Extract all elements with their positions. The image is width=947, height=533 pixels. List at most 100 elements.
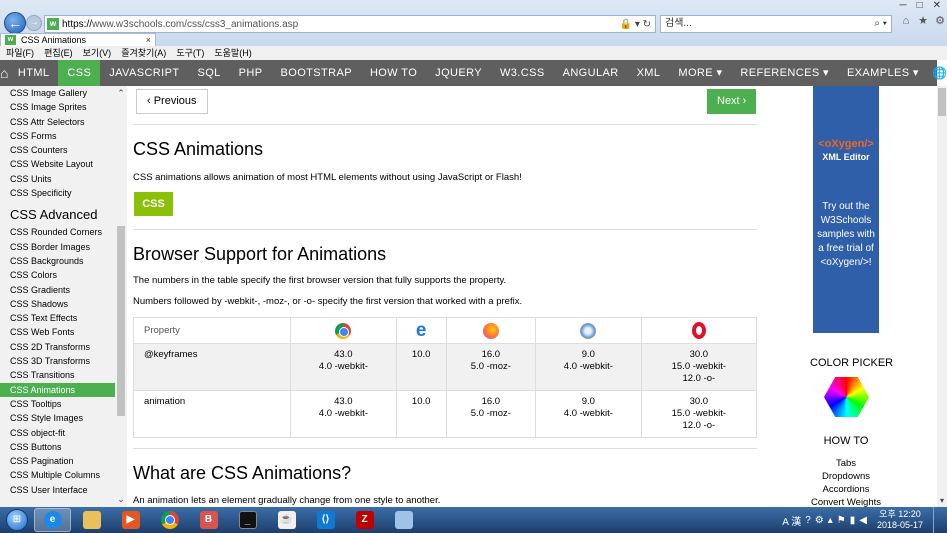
topnav-javascript[interactable]: JAVASCRIPT — [100, 60, 188, 86]
show-desktop-button[interactable] — [933, 507, 943, 533]
taskbar-cmd[interactable]: _ — [229, 508, 266, 532]
favorites-star-icon[interactable]: ★ — [917, 15, 929, 27]
sidebar-item[interactable]: CSS 3D Transforms — [0, 354, 115, 368]
taskbar-ie[interactable]: e — [34, 508, 71, 532]
home-icon[interactable]: ⌂ — [900, 15, 912, 27]
sidebar-item[interactable]: CSS Border Images — [0, 240, 115, 254]
language-indicator[interactable]: A 漢 — [782, 513, 801, 528]
browser-tab[interactable]: w CSS Animations × — [0, 33, 156, 46]
sidebar-item[interactable]: CSS 2D Transforms — [0, 340, 115, 354]
scroll-thumb[interactable] — [938, 88, 946, 116]
sidebar-item[interactable]: CSS Text Effects — [0, 311, 115, 325]
sidebar-item[interactable]: CSS Counters — [0, 143, 115, 157]
tray-expand-icon[interactable]: ▴ — [828, 515, 833, 526]
previous-button[interactable]: ‹ Previous — [136, 89, 208, 114]
scroll-down-icon[interactable]: ▾ — [937, 496, 947, 505]
scroll-down-icon[interactable]: ⌄ — [115, 494, 127, 505]
topnav-html[interactable]: HTML — [9, 60, 59, 86]
topnav-css[interactable]: CSS — [58, 60, 101, 86]
sidebar-item[interactable]: CSS Units — [0, 172, 115, 186]
scroll-thumb[interactable] — [117, 226, 125, 416]
color-picker-title[interactable]: COLOR PICKER — [810, 357, 893, 369]
oxygen-ad-banner[interactable]: <oXygen/> XML Editor Try out the W3Schoo… — [813, 86, 879, 333]
sidebar-item[interactable]: CSS Shadows — [0, 297, 115, 311]
clock[interactable]: 오후 12:20 2018-05-17 — [877, 509, 923, 531]
sidebar-item[interactable]: CSS Image Sprites — [0, 100, 115, 114]
sidebar-item[interactable]: CSS Transitions — [0, 368, 115, 382]
taskbar-vscode[interactable]: ⟨⟩ — [307, 508, 344, 532]
menu-file[interactable]: 파일(F) — [6, 46, 34, 60]
sidebar-item[interactable]: CSS Specificity — [0, 186, 115, 200]
sidebar-item[interactable]: CSS Forms — [0, 129, 115, 143]
volume-icon[interactable]: ◀ — [859, 515, 867, 526]
sidebar-item[interactable]: CSS Pagination — [0, 454, 115, 468]
topnav-sql[interactable]: SQL — [188, 60, 229, 86]
back-button[interactable]: ← — [4, 12, 26, 34]
howto-link-accordions[interactable]: Accordions — [810, 484, 882, 495]
network-icon[interactable]: ▮ — [850, 515, 856, 526]
sidebar-scrollbar[interactable]: ⌃ ⌄ — [115, 86, 127, 507]
taskbar-app5[interactable]: B — [190, 508, 227, 532]
start-button[interactable]: ⊞ — [0, 507, 34, 533]
sidebar-item[interactable]: CSS Website Layout — [0, 157, 115, 171]
topnav-bootstrap[interactable]: BOOTSTRAP — [272, 60, 361, 86]
globe-icon[interactable]: 🌐 — [928, 66, 947, 80]
topnav-jquery[interactable]: JQUERY — [426, 60, 491, 86]
taskbar-explorer[interactable] — [73, 508, 110, 532]
menu-favorites[interactable]: 즐겨찾기(A) — [121, 46, 166, 60]
sidebar-item[interactable]: CSS object-fit — [0, 426, 115, 440]
sidebar-item[interactable]: CSS Gradients — [0, 283, 115, 297]
settings-icon[interactable]: ⚙ — [815, 515, 824, 526]
search-icon[interactable]: ⌕ ▾ — [874, 16, 887, 32]
topnav-examples[interactable]: EXAMPLES ▾ — [838, 60, 928, 86]
maximize-icon[interactable]: □ — [917, 0, 923, 11]
forward-button[interactable]: → — [26, 15, 42, 31]
sidebar-item[interactable]: CSS Colors — [0, 268, 115, 282]
sidebar-item[interactable]: CSS Backgrounds — [0, 254, 115, 268]
url-scheme: https:// — [62, 18, 93, 30]
address-bar[interactable]: w https://www.w3schools.com/css/css3_ani… — [44, 15, 656, 33]
sidebar-item[interactable]: CSS Multiple Columns — [0, 468, 115, 482]
menu-tools[interactable]: 도구(T) — [176, 46, 204, 60]
sidebar-item[interactable]: CSS Buttons — [0, 440, 115, 454]
taskbar-media[interactable]: ▶ — [112, 508, 149, 532]
flag-icon[interactable]: ⚑ — [837, 515, 846, 526]
sidebar-item[interactable]: CSS Style Images — [0, 411, 115, 425]
topnav-php[interactable]: PHP — [230, 60, 272, 86]
taskbar-app10[interactable] — [385, 508, 422, 532]
topnav-howto[interactable]: HOW TO — [361, 60, 426, 86]
sidebar-item[interactable]: CSS Attr Selectors — [0, 115, 115, 129]
sidebar-item[interactable]: CSS Image Gallery — [0, 86, 115, 100]
lock-refresh-icon[interactable]: 🔒 ▾ ↻ — [620, 19, 655, 30]
home-icon[interactable]: ⌂ — [0, 65, 9, 81]
topnav-w3css[interactable]: W3.CSS — [491, 60, 554, 86]
sidebar-item[interactable]: CSS User Interface — [0, 483, 115, 497]
close-window-icon[interactable]: ✕ — [933, 0, 941, 11]
topnav-more[interactable]: MORE ▾ — [669, 60, 731, 86]
sidebar-item[interactable]: CSS Web Fonts — [0, 325, 115, 339]
next-button[interactable]: Next › — [707, 89, 757, 114]
taskbar-chrome[interactable] — [151, 508, 188, 532]
topnav-xml[interactable]: XML — [628, 60, 670, 86]
minimize-icon[interactable]: ─ — [899, 0, 906, 11]
howto-link-dropdowns[interactable]: Dropdowns — [810, 471, 882, 482]
tab-close-icon[interactable]: × — [146, 34, 151, 46]
sidebar-item-active[interactable]: CSS Animations — [0, 382, 115, 397]
page-scrollbar[interactable]: ▾ — [937, 86, 947, 507]
color-picker-icon[interactable] — [824, 377, 869, 417]
sidebar-item[interactable]: CSS Tooltips — [0, 397, 115, 411]
browser-search-input[interactable]: 검색... ⌕ ▾ — [660, 15, 892, 33]
topnav-angular[interactable]: ANGULAR — [554, 60, 628, 86]
sidebar-item[interactable]: CSS Rounded Corners — [0, 225, 115, 239]
howto-link-tabs[interactable]: Tabs — [810, 458, 882, 469]
settings-gear-icon[interactable]: ⚙ — [934, 15, 946, 27]
taskbar-java[interactable]: ☕ — [268, 508, 305, 532]
menu-view[interactable]: 보기(V) — [83, 46, 112, 60]
menu-edit[interactable]: 편집(E) — [44, 46, 73, 60]
topnav-references[interactable]: REFERENCES ▾ — [731, 60, 838, 86]
menu-help[interactable]: 도움말(H) — [214, 46, 251, 60]
help-icon[interactable]: ? — [805, 515, 811, 526]
url-text[interactable]: https://www.w3schools.com/css/css3_anima… — [62, 19, 620, 30]
taskbar-filezilla[interactable]: Z — [346, 508, 383, 532]
scroll-up-icon[interactable]: ⌃ — [115, 88, 127, 99]
